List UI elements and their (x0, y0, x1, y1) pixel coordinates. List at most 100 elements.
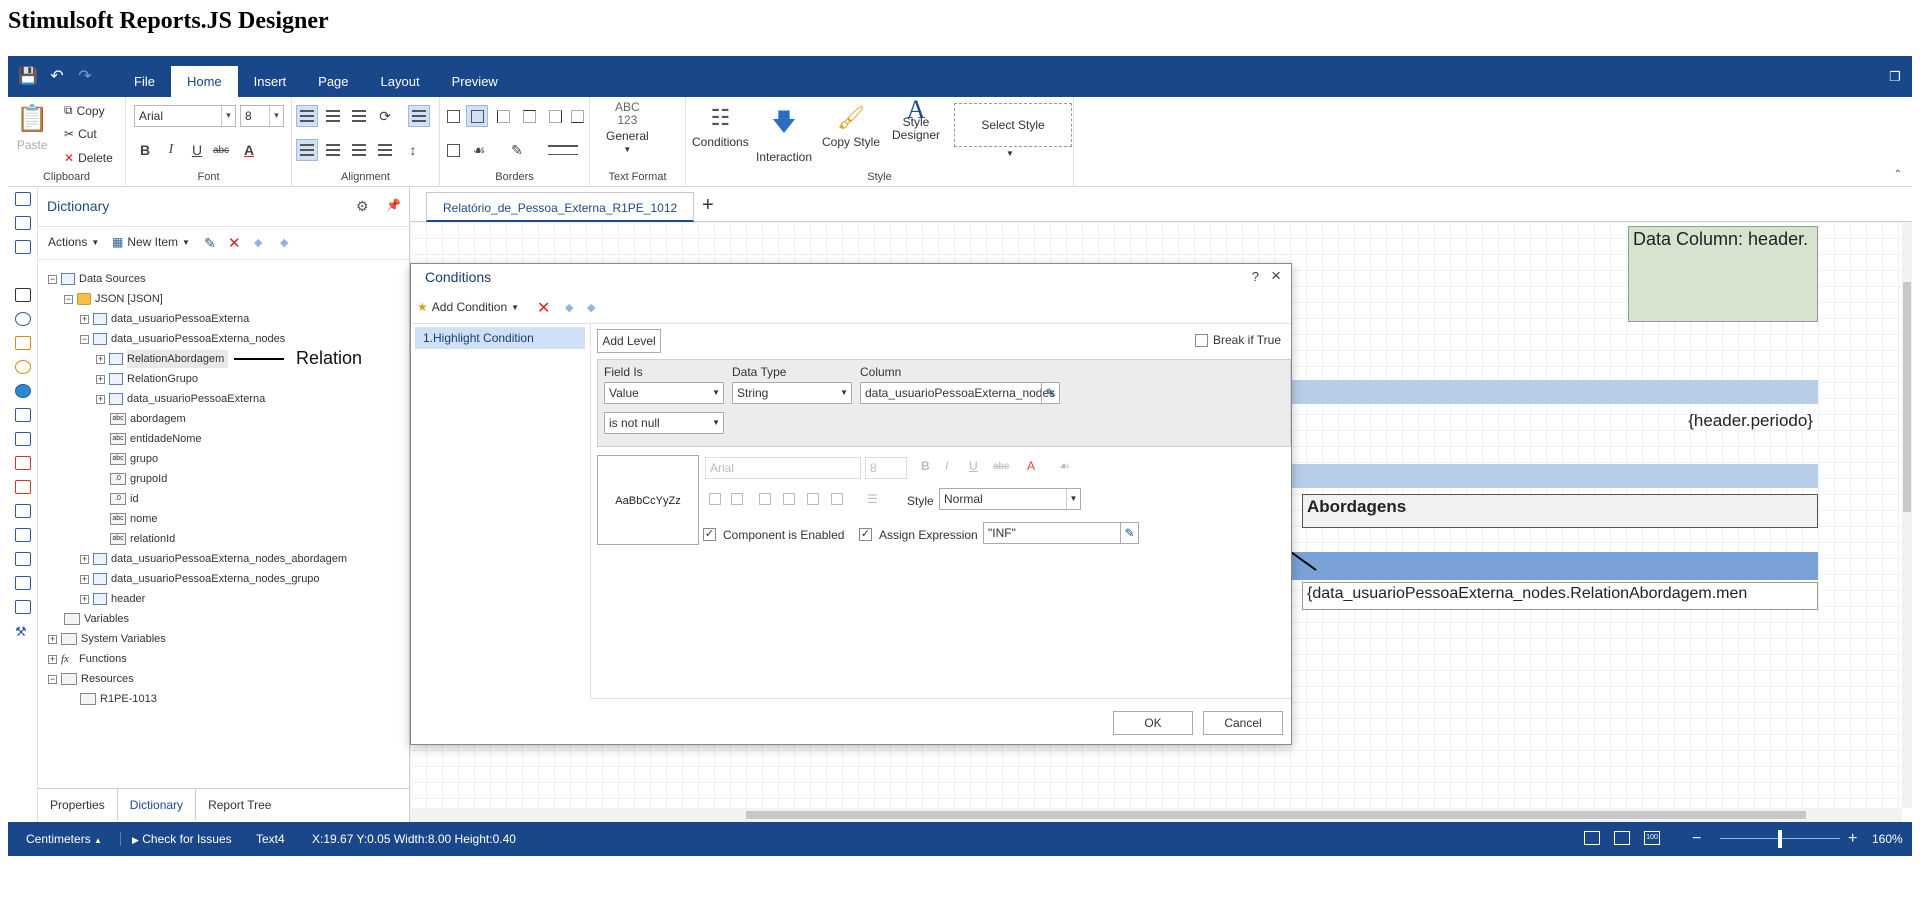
condition-border-icon[interactable] (831, 493, 843, 505)
ok-button[interactable]: OK (1113, 711, 1193, 735)
add-level-button[interactable]: Add Level (597, 329, 661, 353)
condition-font-color-icon[interactable]: A (1027, 459, 1035, 473)
tree-datasource-nodes-abordagem[interactable]: + data_usuarioPessoaExterna_nodes_abordag… (80, 550, 347, 568)
paste-button[interactable]: 📋 Paste (16, 103, 48, 152)
collapse-ribbon-icon[interactable]: ⌃ (1894, 169, 1902, 180)
tab-insert[interactable]: Insert (238, 66, 303, 97)
periodo-text[interactable]: {header.periodo} (1678, 408, 1818, 438)
interaction-button[interactable]: 🡇 Interaction (756, 105, 812, 164)
chart-icon[interactable] (15, 336, 31, 350)
edit-icon[interactable]: ✎ (204, 235, 216, 252)
expand-icon[interactable]: + (96, 374, 105, 384)
border-right-button[interactable] (544, 105, 566, 127)
move-up-icon[interactable]: ◆ (254, 236, 262, 249)
condition-border-icon[interactable] (709, 493, 721, 505)
text-icon[interactable] (15, 408, 31, 422)
delete-icon[interactable]: ✕ (228, 234, 241, 252)
tree-field-entidadenome[interactable]: abc entidadeNome (110, 430, 202, 448)
field-is-select[interactable]: Value ▼ (604, 382, 724, 404)
tab-layout[interactable]: Layout (365, 66, 436, 97)
map-icon[interactable] (15, 384, 31, 398)
zoom-slider-thumb[interactable] (1778, 830, 1782, 848)
data-band-icon[interactable] (15, 240, 31, 254)
collapse-icon[interactable]: − (80, 334, 89, 344)
component-enabled-checkbox[interactable]: ✓ (703, 528, 716, 541)
text-in-cells-icon[interactable] (15, 480, 31, 494)
clone-icon[interactable] (15, 528, 31, 542)
condition-list-item[interactable]: 1.Highlight Condition (415, 327, 585, 349)
condition-list-icon[interactable]: ☰ (867, 492, 878, 506)
conditions-button[interactable]: ☷ Conditions (692, 105, 749, 149)
italic-button[interactable]: I (160, 139, 182, 161)
tab-file[interactable]: File (118, 66, 171, 97)
restore-window-icon[interactable]: ❐ (1886, 68, 1904, 86)
word-wrap-button[interactable] (408, 105, 430, 127)
border-style-button[interactable] (544, 139, 582, 161)
barcode-icon[interactable] (15, 288, 31, 302)
condition-font-size-select[interactable]: 8 (865, 457, 907, 479)
table-icon[interactable] (15, 576, 31, 590)
align-center-button[interactable] (322, 139, 344, 161)
expand-icon[interactable]: + (80, 554, 89, 564)
copy-style-button[interactable]: 🖌 Copy Style (822, 105, 880, 149)
operator-select[interactable]: is not null ▼ (604, 412, 724, 434)
justify-button[interactable] (374, 139, 396, 161)
save-icon[interactable]: 💾 (18, 68, 38, 86)
add-page-button[interactable]: + (702, 194, 714, 217)
fit-page-icon[interactable] (1584, 831, 1600, 845)
underline-button[interactable]: U (186, 139, 208, 161)
tree-relation-parent[interactable]: + data_usuarioPessoaExterna (96, 390, 265, 408)
gauge-icon[interactable] (15, 360, 31, 374)
check-issues-button[interactable]: ▶ Check for Issues (132, 822, 232, 856)
report-title-icon[interactable] (15, 192, 31, 206)
tab-page[interactable]: Page (302, 66, 364, 97)
fit-width-icon[interactable] (1614, 831, 1630, 845)
condition-border-icon[interactable] (807, 493, 819, 505)
border-bottom-button[interactable] (566, 105, 588, 127)
tree-field-relationid[interactable]: abc relationId (110, 530, 175, 548)
condition-border-icon[interactable] (783, 493, 795, 505)
abordagens-text[interactable]: Abordagens (1302, 494, 1818, 528)
tab-preview[interactable]: Preview (436, 66, 514, 97)
tree-field-nome[interactable]: abc nome (110, 510, 158, 528)
tab-report-tree[interactable]: Report Tree (196, 789, 283, 821)
select-style-box[interactable]: Select Style (954, 103, 1072, 147)
remove-condition-icon[interactable]: ✕ (537, 298, 550, 318)
units-selector[interactable]: Centimeters ▲ (26, 822, 102, 856)
scrollbar-thumb[interactable] (746, 811, 1806, 819)
tab-dictionary[interactable]: Dictionary (116, 789, 197, 821)
align-middle-button[interactable] (322, 105, 344, 127)
panel-icon[interactable] (15, 504, 31, 518)
close-button[interactable]: × (1271, 266, 1281, 286)
break-if-true-checkbox[interactable] (1195, 334, 1208, 347)
actions-button[interactable]: Actions ▼ (48, 235, 99, 249)
tree-json[interactable]: − JSON [JSON] (64, 290, 163, 308)
bold-button[interactable]: B (134, 139, 156, 161)
border-left-button[interactable] (492, 105, 514, 127)
actual-size-icon[interactable]: 100 (1644, 831, 1660, 845)
tree-resources[interactable]: − Resources (48, 670, 134, 688)
data-type-select[interactable]: String ▼ (732, 382, 852, 404)
strikethrough-button[interactable]: abc (210, 139, 232, 161)
condition-font-select[interactable]: Arial (705, 457, 861, 479)
tree-resource-r1pe[interactable]: R1PE-1013 (80, 690, 157, 708)
tree-field-grupoid[interactable]: .0 grupoId (110, 470, 167, 488)
new-item-button[interactable]: ▦ New Item ▼ (112, 235, 190, 249)
condition-border-icon[interactable] (759, 493, 771, 505)
tab-home[interactable]: Home (170, 66, 238, 97)
align-top-button[interactable] (296, 105, 318, 127)
tree-field-abordagem[interactable]: abc abordagem (110, 410, 186, 428)
align-left-button[interactable] (296, 139, 318, 161)
expand-icon[interactable]: + (96, 354, 105, 364)
edit-expression-icon[interactable]: ✎ (1120, 523, 1138, 543)
tree-datasource-nodes-grupo[interactable]: + data_usuarioPessoaExterna_nodes_grupo (80, 570, 320, 588)
expand-icon[interactable]: + (96, 394, 105, 404)
rotate-text-button[interactable]: ⟳ (374, 105, 396, 127)
line-spacing-button[interactable]: ↕ (402, 139, 424, 161)
font-size-select[interactable]: 8 ▼ (240, 105, 284, 127)
add-condition-button[interactable]: ★ Add Condition ▼ (417, 300, 519, 314)
border-none-button[interactable] (466, 105, 488, 127)
tree-relation-grupo[interactable]: + RelationGrupo (96, 370, 198, 388)
assign-expression-checkbox[interactable]: ✓ (859, 528, 872, 541)
expand-icon[interactable]: + (80, 314, 89, 324)
